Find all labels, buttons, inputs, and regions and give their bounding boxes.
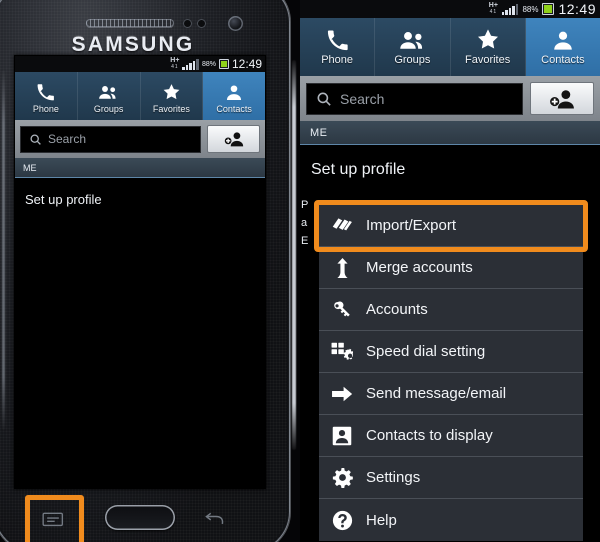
phone-section-header-label: ME <box>23 162 37 173</box>
question-mark-icon <box>331 510 353 531</box>
options-menu: Import/Export Merge accounts Accounts Sp… <box>319 205 583 541</box>
search-icon <box>30 133 41 145</box>
phone-tab-phone-label: Phone <box>32 104 59 114</box>
battery-icon <box>218 59 229 69</box>
menu-item-accounts-label: Accounts <box>366 301 428 318</box>
phone-tab-contacts-label: Contacts <box>216 104 252 114</box>
merge-arrow-icon <box>331 257 353 278</box>
phone-tab-groups[interactable]: Groups <box>78 72 141 120</box>
network-type-icon: H+ 41 <box>170 57 180 70</box>
person-icon <box>225 78 243 102</box>
menu-item-accounts[interactable]: Accounts <box>319 289 583 331</box>
brand-logo: SAMSUNG <box>71 33 195 56</box>
tab-favorites-label: Favorites <box>465 54 511 66</box>
light-sensor-icon <box>197 19 206 28</box>
key-icon <box>331 300 353 320</box>
phone-tab-favorites-label: Favorites <box>152 104 190 114</box>
signal-strength-icon <box>501 3 519 15</box>
network-type-sub: 41 <box>489 9 498 15</box>
phone-search-input[interactable]: Search <box>20 125 201 153</box>
people-group-icon <box>399 28 426 52</box>
network-type-icon: H+ 41 <box>489 2 498 15</box>
phone-section-header: ME <box>15 158 265 178</box>
search-input[interactable]: Search <box>306 82 523 115</box>
menu-item-import-export[interactable]: Import/Export <box>319 205 583 247</box>
phone-tab-bar: Phone Groups Favorites Contacts <box>15 72 265 120</box>
tab-contacts-label: Contacts <box>541 54 585 66</box>
back-softkey[interactable] <box>203 512 224 532</box>
menu-item-speed-dial-setting-label: Speed dial setting <box>366 343 486 360</box>
person-icon <box>552 28 574 52</box>
contact-card-icon <box>331 426 353 446</box>
menu-item-merge-accounts-label: Merge accounts <box>366 259 473 276</box>
menu-item-send-message-email[interactable]: Send message/email <box>319 373 583 415</box>
phone-status-bar: H+ 41 88% 12:49 <box>15 56 265 72</box>
star-icon <box>161 78 182 102</box>
status-bar: H+ 41 88% 12:49 <box>300 0 600 18</box>
import-export-icon <box>331 216 353 235</box>
phone-tab-favorites[interactable]: Favorites <box>141 72 204 120</box>
profile-row-label: Set up profile <box>311 161 406 178</box>
menu-item-import-export-label: Import/Export <box>366 217 457 234</box>
phone-right-bezel-highlight <box>292 60 296 450</box>
search-icon <box>317 92 331 106</box>
battery-percent-label: 88% <box>522 4 539 14</box>
phone-search-placeholder: Search <box>48 132 87 146</box>
star-icon <box>475 28 501 52</box>
phone-tab-phone[interactable]: Phone <box>15 72 78 120</box>
back-arrow-icon <box>205 512 224 525</box>
phone-tab-contacts[interactable]: Contacts <box>203 72 265 120</box>
menu-item-speed-dial-setting[interactable]: Speed dial setting <box>319 331 583 373</box>
phone-search-row: Search <box>15 120 265 158</box>
menu-item-send-message-email-label: Send message/email <box>366 385 507 402</box>
search-row: Search <box>300 76 600 121</box>
right-arrow-icon <box>331 386 353 402</box>
proximity-sensor-icon <box>183 19 192 28</box>
tab-groups[interactable]: Groups <box>375 18 451 76</box>
tab-contacts[interactable]: Contacts <box>525 18 600 76</box>
phone-handset-icon <box>36 78 55 102</box>
phone-add-contact-button[interactable] <box>207 125 260 153</box>
menu-item-contacts-to-display[interactable]: Contacts to display <box>319 415 583 457</box>
screenshot-stage: SAMSUNG H+ 41 88% 12:49 Phone Groups Fav… <box>0 0 600 542</box>
home-button[interactable] <box>105 505 175 530</box>
menu-softkey-highlight-box <box>25 495 84 542</box>
add-contact-icon <box>224 132 243 147</box>
menu-item-merge-accounts[interactable]: Merge accounts <box>319 247 583 289</box>
add-contact-icon <box>550 89 574 109</box>
front-camera-icon <box>228 16 243 31</box>
phone-handset-icon <box>326 28 349 52</box>
tab-phone[interactable]: Phone <box>300 18 376 76</box>
speed-dial-icon <box>331 342 353 362</box>
people-group-icon <box>98 78 119 102</box>
phone-tab-groups-label: Groups <box>93 104 124 114</box>
menu-item-contacts-to-display-label: Contacts to display <box>366 427 493 444</box>
battery-icon <box>542 3 555 15</box>
section-header-me: ME <box>300 121 600 145</box>
phone-clock: 12:49 <box>231 57 262 71</box>
earpiece-grille <box>86 19 174 27</box>
phone-left-bezel-highlight <box>2 70 5 430</box>
zoomed-screenshot-pane: H+ 41 88% 12:49 Phone Groups Favorites C… <box>300 0 600 542</box>
tab-groups-label: Groups <box>394 54 431 66</box>
phone-photo-pane: SAMSUNG H+ 41 88% 12:49 Phone Groups Fav… <box>0 0 300 542</box>
search-placeholder: Search <box>340 90 385 107</box>
section-header-label: ME <box>310 126 328 139</box>
menu-item-settings[interactable]: Settings <box>319 457 583 499</box>
tab-favorites[interactable]: Favorites <box>451 18 526 76</box>
profile-row[interactable]: Set up profile <box>300 145 600 195</box>
phone-profile-row-label: Set up profile <box>25 191 102 207</box>
gear-icon <box>331 467 353 488</box>
phone-screen: H+ 41 88% 12:49 Phone Groups Favorites C… <box>15 56 265 488</box>
tab-bar: Phone Groups Favorites Contacts <box>300 18 600 76</box>
clock-label: 12:49 <box>558 1 596 17</box>
add-contact-button[interactable] <box>530 82 594 115</box>
menu-item-help-label: Help <box>366 511 397 529</box>
signal-strength-icon <box>182 58 199 70</box>
phone-profile-row[interactable]: Set up profile <box>15 178 265 220</box>
menu-item-help[interactable]: Help <box>319 499 583 541</box>
battery-percent-label: 88% <box>201 60 216 68</box>
menu-item-settings-label: Settings <box>366 469 421 486</box>
tab-phone-label: Phone <box>321 54 354 66</box>
